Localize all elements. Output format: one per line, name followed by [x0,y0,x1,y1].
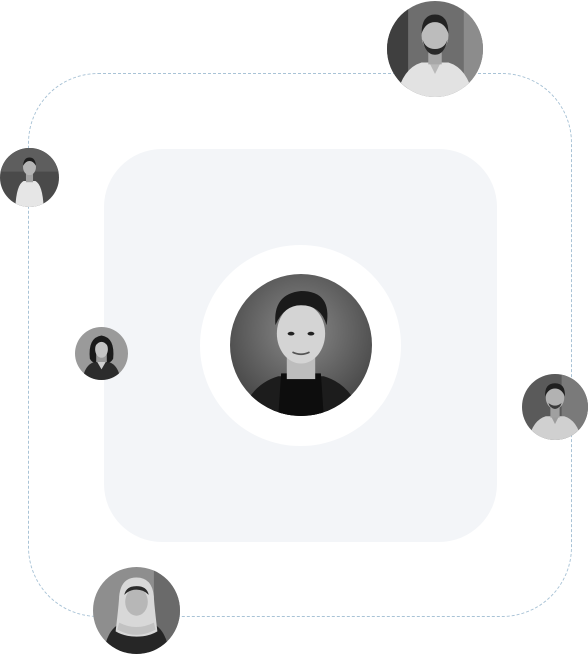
woman-headscarf-portrait-icon [93,567,180,654]
avatar-center-man [230,274,372,416]
man-turtleneck-portrait-icon [230,274,372,416]
man-standing-portrait-icon [0,148,59,207]
woman-portrait-icon [75,327,128,380]
avatar-orbit-bottom-left [93,567,180,654]
man-shirt-portrait-icon [522,374,588,440]
avatar-orbit-right-mid [522,374,588,440]
avatar-orbit-left-top [0,148,59,207]
avatar-orbit-top-right [387,1,483,97]
man-beard-shirt-portrait-icon [387,1,483,97]
avatar-orbit-left-mid [75,327,128,380]
